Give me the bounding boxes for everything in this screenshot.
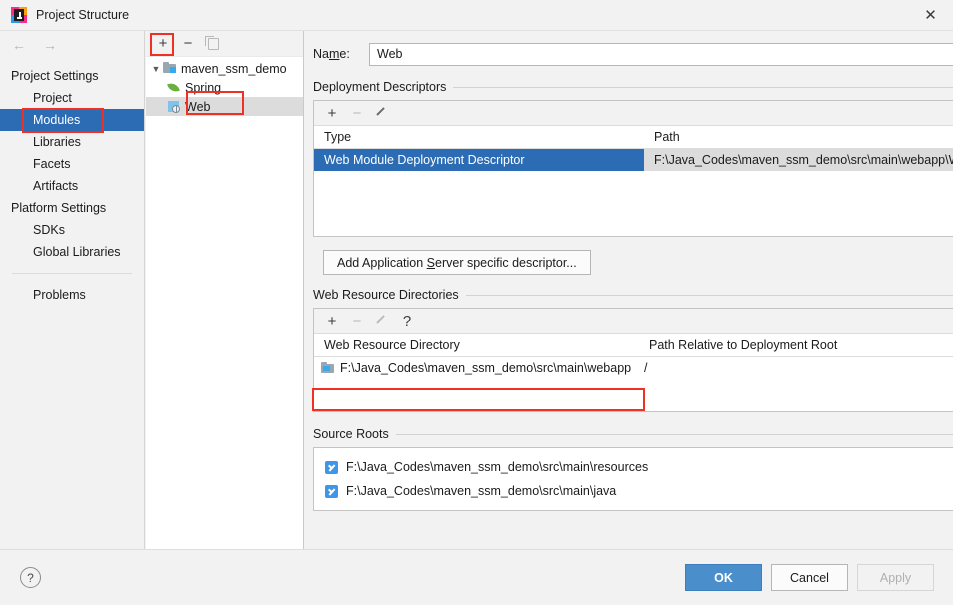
edit-pencil-icon <box>375 106 389 120</box>
sidebar-item-facets[interactable]: Facets <box>0 153 144 175</box>
tree-node-maven-ssm-demo[interactable]: ▼ maven_ssm_demo <box>146 59 303 78</box>
apply-button[interactable]: Apply <box>857 564 934 591</box>
group-title: Web Resource Directories <box>313 288 459 302</box>
project-structure-dialog: Project Structure ✕ ← → Project Settings… <box>0 0 953 605</box>
descriptor-type-cell: Web Module Deployment Descriptor <box>314 149 644 171</box>
table-row[interactable]: Web Module Deployment Descriptor F:\Java… <box>314 149 953 171</box>
add-app-server-button[interactable]: Add Application Server specific descript… <box>323 250 591 275</box>
group-title: Source Roots <box>313 427 389 441</box>
tree-node-label: Web <box>185 99 211 114</box>
deployment-descriptors-toolbar: + − <box>314 101 953 126</box>
web-resource-directories-header: Web Resource Directories <box>313 287 953 303</box>
module-name-input[interactable] <box>369 42 953 66</box>
sidebar-item-sdks[interactable]: SDKs <box>0 219 144 241</box>
navigation-arrows: ← → <box>0 31 144 59</box>
module-folder-icon <box>163 62 177 75</box>
module-tree: ▼ maven_ssm_demo Spring Web <box>146 57 303 116</box>
dialog-button-bar: ? OK Cancel Apply <box>0 549 953 605</box>
remove-descriptor-button[interactable]: − <box>346 103 368 123</box>
remove-web-resource-button[interactable]: − <box>346 311 368 331</box>
nav-group-platform-settings: Platform Settings <box>11 201 107 215</box>
list-item[interactable]: F:\Java_Codes\maven_ssm_demo\src\main\re… <box>314 455 953 479</box>
table-header-row: Type Path <box>314 126 953 149</box>
cancel-button[interactable]: Cancel <box>771 564 848 591</box>
tree-node-spring[interactable]: Spring <box>146 78 303 97</box>
group-title: Deployment Descriptors <box>313 80 447 94</box>
source-root-label: F:\Java_Codes\maven_ssm_demo\src\main\ja… <box>346 484 617 498</box>
edit-pencil-icon <box>375 314 389 328</box>
group-divider <box>453 86 953 88</box>
intellij-idea-logo-icon <box>11 7 27 23</box>
remove-module-button[interactable]: − <box>177 34 199 54</box>
web-resource-help-button[interactable]: ? <box>396 311 418 331</box>
column-header-relative-path[interactable]: Path Relative to Deployment Root <box>639 338 953 352</box>
spring-leaf-icon <box>167 81 181 94</box>
tree-node-label: Spring <box>185 80 222 95</box>
sidebar-item-libraries[interactable]: Libraries <box>0 131 144 153</box>
descriptor-path-cell: F:\Java_Codes\maven_ssm_demo\src\main\we… <box>644 149 953 171</box>
web-resource-directories-group: Web Resource Directories + − ? Web Resou… <box>313 287 953 412</box>
source-roots-header: Source Roots <box>313 426 953 442</box>
web-module-icon <box>167 100 181 113</box>
module-tree-toolbar: + − <box>146 31 303 57</box>
sidebar-item-project[interactable]: Project <box>0 87 144 109</box>
table-empty-space <box>314 379 953 411</box>
module-name-label: Name: <box>313 47 350 61</box>
group-divider <box>395 433 953 435</box>
edit-web-resource-button[interactable] <box>371 311 393 331</box>
close-icon[interactable]: ✕ <box>908 0 953 30</box>
nav-group-project-settings: Project Settings <box>11 69 99 83</box>
source-roots-group: Source Roots F:\Java_Codes\maven_ssm_dem… <box>313 426 953 511</box>
settings-sidebar: ← → Project Settings Project Modules Lib… <box>0 31 145 549</box>
add-app-server-row: Add Application Server specific descript… <box>323 250 953 275</box>
table-header-row: Web Resource Directory Path Relative to … <box>314 334 953 357</box>
tree-node-web[interactable]: Web <box>146 97 303 116</box>
table-empty-space <box>314 171 953 236</box>
checkbox-checked-icon[interactable] <box>325 460 338 474</box>
add-web-resource-button[interactable]: + <box>321 311 343 331</box>
web-resource-directories-table: + − ? Web Resource Directory Path Relati… <box>313 308 953 412</box>
checkbox-checked-icon[interactable] <box>325 484 338 498</box>
sidebar-item-modules[interactable]: Modules <box>0 109 144 131</box>
arrow-left-icon[interactable]: ← <box>12 37 26 53</box>
arrow-right-icon[interactable]: → <box>43 37 57 53</box>
web-resource-directory-cell: F:\Java_Codes\maven_ssm_demo\src\main\we… <box>314 357 639 379</box>
add-module-button[interactable]: + <box>152 34 174 54</box>
title-bar: Project Structure ✕ <box>0 0 953 31</box>
deployment-descriptors-header: Deployment Descriptors <box>313 79 953 95</box>
source-root-label: F:\Java_Codes\maven_ssm_demo\src\main\re… <box>346 460 649 474</box>
module-tree-panel: + − ▼ maven_ssm_demo Spring Web <box>146 31 304 549</box>
column-header-type[interactable]: Type <box>314 130 644 144</box>
copy-module-button[interactable] <box>202 34 224 54</box>
window-title: Project Structure <box>36 8 130 22</box>
table-row[interactable]: F:\Java_Codes\maven_ssm_demo\src\main\we… <box>314 357 953 379</box>
deployment-descriptors-table: + − Type Path Web Module Deployment Desc… <box>313 100 953 237</box>
chevron-down-icon[interactable]: ▼ <box>149 64 163 74</box>
sidebar-item-artifacts[interactable]: Artifacts <box>0 175 144 197</box>
list-item[interactable]: F:\Java_Codes\maven_ssm_demo\src\main\ja… <box>314 479 953 503</box>
module-settings-content: Name: Deployment Descriptors + − Type Pa… <box>305 31 953 549</box>
column-header-web-resource-directory[interactable]: Web Resource Directory <box>314 338 639 352</box>
add-descriptor-button[interactable]: + <box>321 103 343 123</box>
sidebar-item-problems[interactable]: Problems <box>0 284 144 306</box>
column-header-path[interactable]: Path <box>644 130 953 144</box>
deployment-descriptors-group: Deployment Descriptors + − Type Path Web… <box>313 79 953 237</box>
settings-nav-list: Project Settings Project Modules Librari… <box>0 59 144 306</box>
web-resource-directory-value: F:\Java_Codes\maven_ssm_demo\src\main\we… <box>340 361 632 375</box>
sidebar-item-global-libraries[interactable]: Global Libraries <box>0 241 144 263</box>
sidebar-divider <box>12 273 132 274</box>
edit-descriptor-button[interactable] <box>371 103 393 123</box>
group-divider <box>465 294 953 296</box>
tree-node-label: maven_ssm_demo <box>181 61 287 76</box>
folder-icon <box>321 362 335 374</box>
module-name-row: Name: <box>313 41 953 67</box>
ok-button[interactable]: OK <box>685 564 762 591</box>
relative-path-cell: / <box>644 361 648 375</box>
dialog-actions: OK Cancel Apply <box>685 564 934 591</box>
source-roots-list: F:\Java_Codes\maven_ssm_demo\src\main\re… <box>313 447 953 511</box>
web-resource-toolbar: + − ? <box>314 309 953 334</box>
help-button[interactable]: ? <box>20 567 41 588</box>
